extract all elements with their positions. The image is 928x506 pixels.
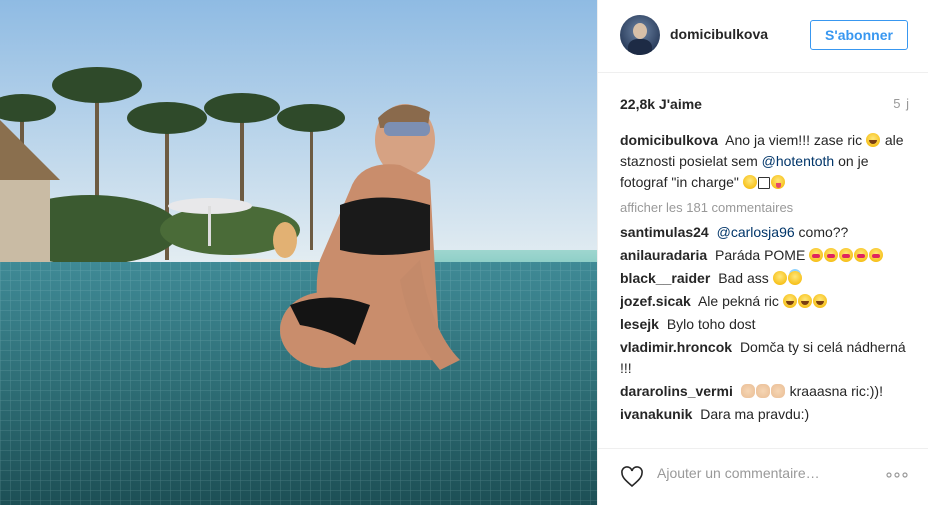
- likes-count[interactable]: 22,8k J'aime: [620, 96, 702, 112]
- comment-username[interactable]: anilauradaria: [620, 247, 707, 263]
- view-all-comments-link[interactable]: afficher les 181 commentaires: [620, 197, 910, 218]
- smile-emoji-icon: [742, 175, 757, 189]
- comment-item: ivanakunik Dara ma pravdu:): [620, 404, 910, 425]
- tears-of-joy-emoji-icon: [812, 294, 827, 308]
- avatar-body: [628, 39, 652, 55]
- heart-eyes-emoji-icon: [824, 248, 839, 262]
- comment-username[interactable]: santimulas24: [620, 224, 709, 240]
- comment-text: Paráda POME: [715, 247, 806, 263]
- grin-sweat-emoji-icon: [865, 133, 880, 147]
- caption: domicibulkova Ano ja viem!!! zase ric al…: [620, 130, 910, 193]
- comment-username[interactable]: black__raider: [620, 270, 710, 286]
- square-emoji-icon: [757, 177, 770, 189]
- comment-item: lesejk Bylo toho dost: [620, 314, 910, 335]
- comment-text: como??: [798, 224, 849, 240]
- comment-text: Ale pekná ric: [697, 293, 779, 309]
- tongue-emoji-icon: [770, 175, 785, 189]
- post-footer: Ajouter un commentaire…: [598, 448, 928, 506]
- comment-item: jozef.sicak Ale pekná ric: [620, 291, 910, 312]
- add-comment-input[interactable]: Ajouter un commentaire…: [657, 465, 820, 481]
- heart-eyes-emoji-icon: [809, 248, 824, 262]
- post-photo[interactable]: [0, 0, 597, 505]
- comment-text: Dara ma pravdu:): [700, 406, 810, 422]
- ok-hand-emoji-icon: [770, 384, 785, 398]
- more-options-icon[interactable]: [885, 469, 909, 481]
- comment-item: santimulas24 @carlosja96 como??: [620, 222, 910, 243]
- heart-eyes-emoji-icon: [854, 248, 869, 262]
- instagram-post: domicibulkova S'abonner 22,8k J'aime 5 j…: [0, 0, 928, 505]
- comment-username[interactable]: ivanakunik: [620, 406, 692, 422]
- post-stats: 22,8k J'aime 5 j: [620, 96, 910, 116]
- heart-eyes-emoji-icon: [839, 248, 854, 262]
- halo-emoji-icon: [787, 271, 802, 285]
- username-link[interactable]: domicibulkova: [670, 26, 768, 42]
- tears-of-joy-emoji-icon: [797, 294, 812, 308]
- beach-pool-photo: [0, 0, 597, 505]
- comment-text: kraaasna ric:))!: [789, 383, 883, 399]
- comment-username[interactable]: vladimir.hroncok: [620, 339, 732, 355]
- caption-text-1: Ano ja viem!!! zase ric: [725, 132, 863, 148]
- avatar[interactable]: [620, 15, 660, 55]
- avatar-head: [633, 23, 647, 39]
- ok-hand-emoji-icon: [740, 384, 755, 398]
- post-age[interactable]: 5 j: [893, 96, 910, 111]
- comment-text: Bylo toho dost: [666, 316, 756, 332]
- comment-item: anilauradaria Paráda POME: [620, 245, 910, 266]
- follow-button[interactable]: S'abonner: [810, 20, 908, 50]
- comments-fade: [620, 426, 910, 440]
- heart-eyes-emoji-icon: [869, 248, 884, 262]
- tears-of-joy-emoji-icon: [782, 294, 797, 308]
- caption-username[interactable]: domicibulkova: [620, 132, 718, 148]
- caption-mention[interactable]: @hotentoth: [762, 153, 835, 169]
- comment-username[interactable]: dararolins_vermi: [620, 383, 733, 399]
- heart-outline-icon[interactable]: [620, 465, 644, 489]
- ok-hand-emoji-icon: [755, 384, 770, 398]
- post-sidebar: domicibulkova S'abonner 22,8k J'aime 5 j…: [597, 0, 928, 505]
- comment-text: Bad ass: [718, 270, 769, 286]
- comment-username[interactable]: jozef.sicak: [620, 293, 691, 309]
- comment-item: dararolins_vermi kraaasna ric:))!: [620, 381, 910, 402]
- comment-item: vladimir.hroncok Domča ty si celá nádher…: [620, 337, 910, 379]
- comment-mention[interactable]: @carlosja96: [717, 224, 795, 240]
- post-header: domicibulkova S'abonner: [598, 0, 928, 73]
- comments-list: domicibulkova Ano ja viem!!! zase ric al…: [620, 130, 910, 440]
- comment-username[interactable]: lesejk: [620, 316, 659, 332]
- wink-emoji-icon: [772, 271, 787, 285]
- comment-item: black__raider Bad ass: [620, 268, 910, 289]
